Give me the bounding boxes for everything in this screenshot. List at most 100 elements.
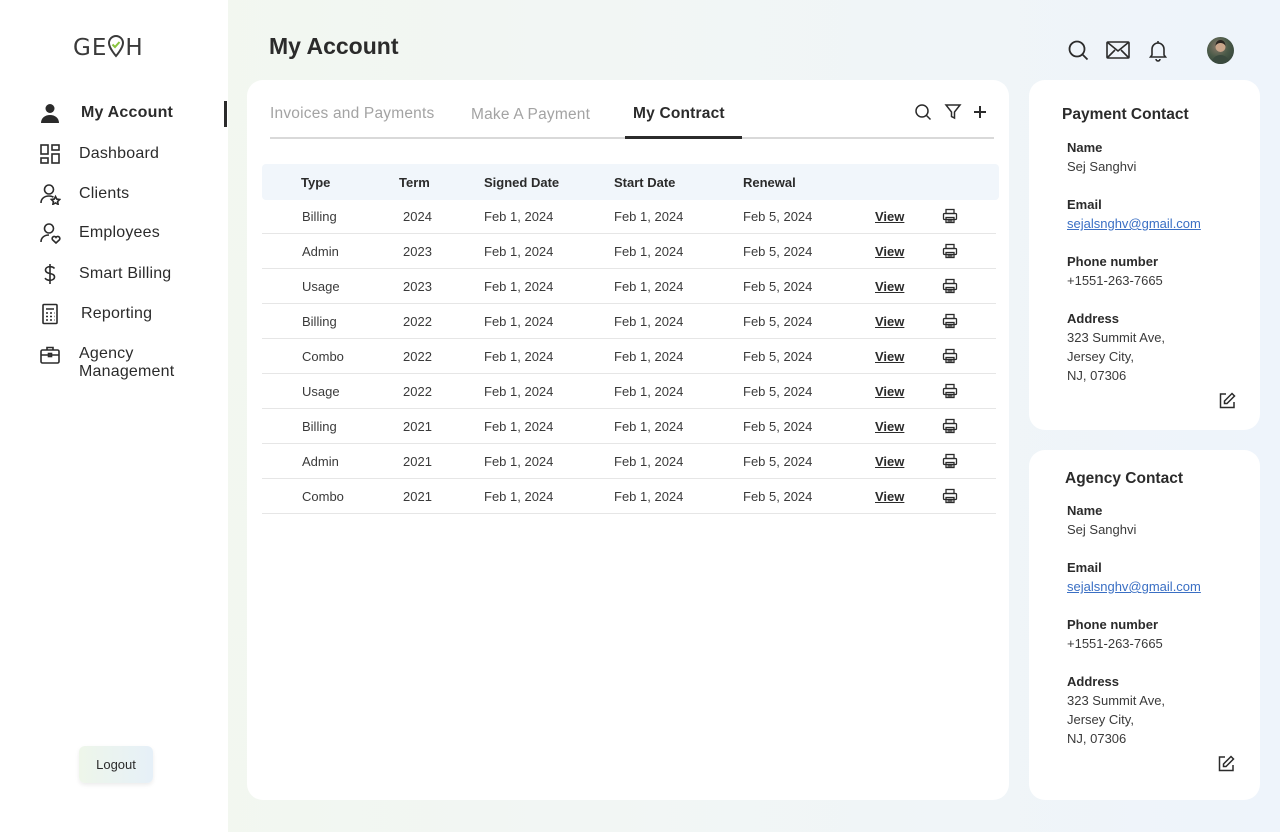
- cell-term: 2021: [403, 419, 432, 434]
- sidebar-item-dashboard[interactable]: Dashboard: [38, 142, 159, 166]
- tab-make-a-payment[interactable]: Make A Payment: [471, 106, 590, 124]
- address-line: Jersey City,: [1067, 712, 1134, 727]
- plus-icon[interactable]: [970, 102, 990, 122]
- sidebar: GE H My Account Dashboard Clients Employ…: [0, 0, 228, 832]
- table-row: Billing 2022 Feb 1, 2024 Feb 1, 2024 Feb 5, …: [262, 304, 996, 339]
- view-link[interactable]: View: [875, 279, 904, 294]
- cell-signed-date: Feb 1, 2024: [484, 279, 554, 294]
- employees-icon: [38, 221, 62, 245]
- phone-label: Phone number: [1067, 617, 1159, 632]
- cell-renewal: Feb 5, 2024: [743, 209, 813, 224]
- cell-renewal: Feb 5, 2024: [743, 489, 813, 504]
- print-icon[interactable]: [942, 488, 958, 504]
- table-row: Usage 2023 Feb 1, 2024 Feb 1, 2024 Feb 5, 20…: [262, 269, 996, 304]
- cell-renewal: Feb 5, 2024: [743, 244, 813, 259]
- cell-signed-date: Feb 1, 2024: [484, 349, 554, 364]
- sidebar-item-employees[interactable]: Employees: [38, 221, 160, 245]
- sidebar-item-my-account[interactable]: My Account: [38, 101, 173, 125]
- cell-type: Billing: [302, 314, 337, 329]
- view-link[interactable]: View: [875, 349, 904, 364]
- cell-start-date: Feb 1, 2024: [614, 279, 684, 294]
- print-icon[interactable]: [942, 418, 958, 434]
- sidebar-item-clients[interactable]: Clients: [38, 182, 129, 206]
- view-link[interactable]: View: [875, 209, 904, 224]
- sidebar-item-smart-billing[interactable]: Smart Billing: [38, 262, 171, 286]
- phone-value: +1551-263-7665: [1067, 636, 1163, 651]
- table-header: Type Term Signed Date Start Date Renewal: [262, 164, 999, 200]
- cell-start-date: Feb 1, 2024: [614, 314, 684, 329]
- cell-type: Billing: [302, 209, 337, 224]
- print-icon[interactable]: [942, 348, 958, 364]
- cell-type: Combo: [302, 349, 344, 364]
- logo-text: GE: [73, 35, 108, 61]
- address-line: 323 Summit Ave,: [1067, 693, 1166, 708]
- print-icon[interactable]: [942, 208, 958, 224]
- column-header-renewal[interactable]: Renewal: [743, 175, 796, 190]
- print-icon[interactable]: [942, 278, 958, 294]
- cell-signed-date: Feb 1, 2024: [484, 314, 554, 329]
- print-icon[interactable]: [942, 313, 958, 329]
- print-icon[interactable]: [942, 453, 958, 469]
- search-icon[interactable]: [913, 102, 933, 122]
- cell-signed-date: Feb 1, 2024: [484, 384, 554, 399]
- tab-invoices-and-payments[interactable]: Invoices and Payments: [270, 105, 434, 123]
- view-link[interactable]: View: [875, 419, 904, 434]
- view-link[interactable]: View: [875, 314, 904, 329]
- sidebar-item-label: Employees: [79, 224, 160, 241]
- user-icon: [38, 101, 62, 125]
- report-icon: [38, 302, 62, 326]
- print-icon[interactable]: [942, 243, 958, 259]
- email-link[interactable]: sejalsnghv@gmail.com: [1067, 214, 1201, 233]
- logo-text-end: H: [125, 35, 144, 61]
- filter-icon[interactable]: [943, 102, 963, 122]
- cell-term: 2021: [403, 489, 432, 504]
- cell-term: 2023: [403, 279, 432, 294]
- logout-button[interactable]: Logout: [79, 746, 153, 783]
- view-link[interactable]: View: [875, 244, 904, 259]
- table-row: Admin 2023 Feb 1, 2024 Feb 1, 2024 Feb 5, 20…: [262, 234, 996, 269]
- card-title: Payment Contact: [1062, 106, 1189, 123]
- page-title: My Account: [269, 33, 399, 59]
- cell-term: 2024: [403, 209, 432, 224]
- cell-start-date: Feb 1, 2024: [614, 489, 684, 504]
- edit-icon[interactable]: [1217, 391, 1237, 411]
- column-header-start-date[interactable]: Start Date: [614, 175, 675, 190]
- table-row: Billing 2021 Feb 1, 2024 Feb 1, 2024 Feb 5, …: [262, 409, 996, 444]
- cell-start-date: Feb 1, 2024: [614, 209, 684, 224]
- view-link[interactable]: View: [875, 454, 904, 469]
- cell-start-date: Feb 1, 2024: [614, 384, 684, 399]
- column-header-type[interactable]: Type: [301, 175, 330, 190]
- sidebar-item-label: Dashboard: [79, 145, 160, 162]
- print-icon[interactable]: [942, 383, 958, 399]
- avatar[interactable]: [1207, 37, 1234, 64]
- sidebar-item-label: Agency Management: [79, 345, 174, 381]
- cell-type: Admin: [302, 244, 339, 259]
- cell-type: Billing: [302, 419, 337, 434]
- cell-type: Usage: [302, 384, 340, 399]
- address-line: 323 Summit Ave,: [1067, 330, 1166, 345]
- table-row: Combo 2021 Feb 1, 2024 Feb 1, 2024 Feb 5, 20…: [262, 479, 996, 514]
- column-header-term[interactable]: Term: [399, 175, 430, 190]
- address-line: Jersey City,: [1067, 349, 1134, 364]
- tab-my-contract[interactable]: My Contract: [633, 105, 725, 123]
- column-header-signed-date[interactable]: Signed Date: [484, 175, 559, 190]
- edit-icon[interactable]: [1216, 754, 1236, 774]
- email-link[interactable]: sejalsnghv@gmail.com: [1067, 577, 1201, 596]
- active-indicator: [224, 101, 227, 127]
- mail-icon[interactable]: [1105, 38, 1131, 62]
- sidebar-item-agency-management[interactable]: Agency Management: [38, 343, 174, 381]
- name-label: Name: [1067, 140, 1103, 155]
- logo[interactable]: GE H: [73, 34, 144, 61]
- bell-icon[interactable]: [1146, 38, 1170, 62]
- cell-renewal: Feb 5, 2024: [743, 314, 813, 329]
- cell-renewal: Feb 5, 2024: [743, 349, 813, 364]
- address-line: NJ, 07306: [1067, 731, 1127, 746]
- table-row: Billing 2024 Feb 1, 2024 Feb 1, 2024 Feb 5, …: [262, 199, 996, 234]
- name-label: Name: [1067, 503, 1103, 518]
- phone-label: Phone number: [1067, 254, 1159, 269]
- search-icon[interactable]: [1066, 38, 1090, 62]
- view-link[interactable]: View: [875, 489, 904, 504]
- view-link[interactable]: View: [875, 384, 904, 399]
- cell-type: Combo: [302, 489, 344, 504]
- sidebar-item-reporting[interactable]: Reporting: [38, 302, 152, 326]
